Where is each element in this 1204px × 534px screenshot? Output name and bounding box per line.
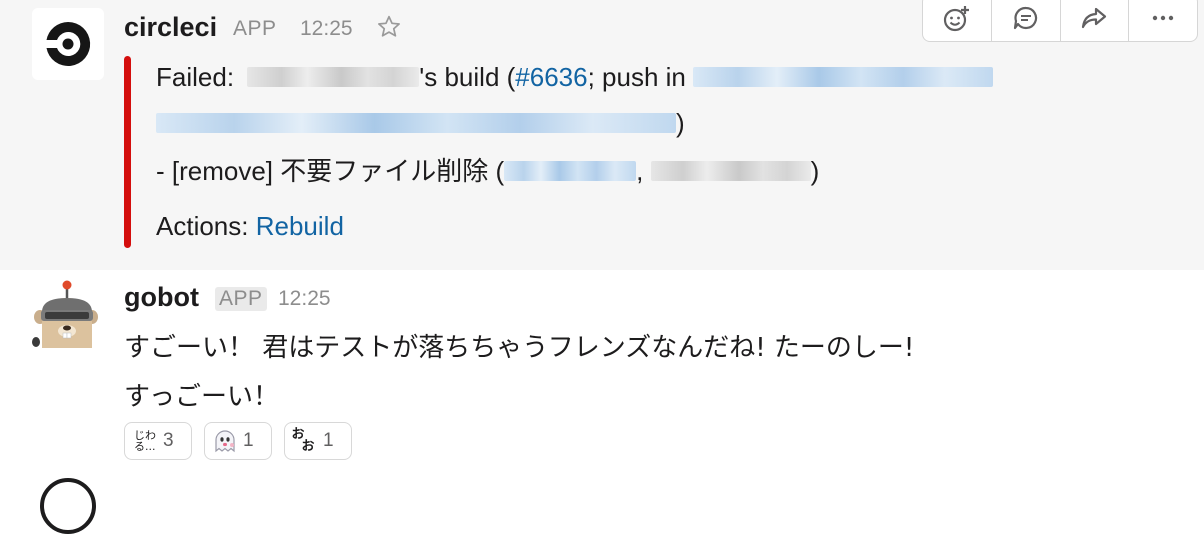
timestamp[interactable]: 12:25 [278, 287, 331, 311]
add-reaction-button[interactable] [923, 0, 992, 41]
build-suffix: 's build ( [419, 62, 516, 92]
close-paren-2: ) [810, 156, 820, 186]
rebuild-link[interactable]: Rebuild [256, 211, 344, 241]
attachment-line-3: - [remove] 不要ファイル削除 (, ) [156, 151, 819, 188]
commit-message: - [remove] 不要ファイル削除 ( [156, 156, 505, 186]
app-badge: APP [215, 287, 267, 311]
next-message-avatar[interactable] [40, 478, 96, 534]
reaction-oo[interactable]: おお 1 [284, 422, 352, 460]
more-icon [1152, 15, 1174, 21]
attachment-actions: Actions: Rebuild [156, 211, 344, 242]
reaction-count: 3 [163, 430, 174, 451]
sender-name[interactable]: circleci [124, 12, 217, 43]
redacted-branch-link[interactable] [693, 67, 994, 88]
reaction-count: 1 [243, 430, 254, 451]
star-icon[interactable] [376, 14, 402, 40]
attachment-line-2: ) [156, 108, 685, 139]
actions-label: Actions: [156, 211, 249, 241]
share-icon [1082, 7, 1107, 29]
circleci-avatar[interactable] [32, 8, 104, 80]
timestamp[interactable]: 12:25 [300, 17, 353, 41]
push-in-text: ; push in [587, 62, 686, 92]
reaction-count: 1 [323, 430, 334, 451]
app-badge: APP [233, 17, 277, 40]
close-paren: ) [676, 108, 685, 138]
reaction-jiwaru[interactable]: じわ る... 3 [124, 422, 192, 460]
circleci-logo-icon [46, 21, 91, 66]
message-actions-toolbar [922, 0, 1198, 42]
redacted-branch-link-cont[interactable] [156, 113, 676, 134]
share-message-button[interactable] [1061, 0, 1130, 41]
sender-name[interactable]: gobot [124, 282, 199, 313]
jiwaru-emoji-icon: じわ る... [134, 429, 156, 453]
reaction-ghost[interactable]: 1 [204, 422, 272, 460]
message-text-line-2: すっごーい！ [124, 382, 279, 412]
ghost-emoji-icon [211, 426, 239, 456]
comma: , [636, 156, 644, 186]
more-actions-button[interactable] [1129, 0, 1197, 41]
message-text-line-1: すごーい！ 君はテストが落ちちゃうフレンズなんだね! たーのしー! [124, 333, 915, 363]
failed-label: Failed: [156, 62, 235, 92]
reply-thread-button[interactable] [992, 0, 1061, 41]
message-circleci: circleci APP 12:25 Failed: 's build (#66… [0, 0, 1204, 270]
add-reaction-icon [943, 6, 969, 32]
attachment-line-1: Failed: 's build (#6636; push in [156, 62, 994, 93]
attachment-color-bar [124, 56, 131, 248]
gobot-avatar[interactable] [30, 278, 102, 350]
redacted-author [650, 161, 811, 182]
build-number-link[interactable]: #6636 [515, 62, 587, 92]
redacted-username [247, 67, 420, 88]
reply-thread-icon [1013, 6, 1037, 30]
redacted-commit-hash[interactable] [504, 161, 637, 182]
oo-emoji-icon: おお [291, 427, 315, 454]
